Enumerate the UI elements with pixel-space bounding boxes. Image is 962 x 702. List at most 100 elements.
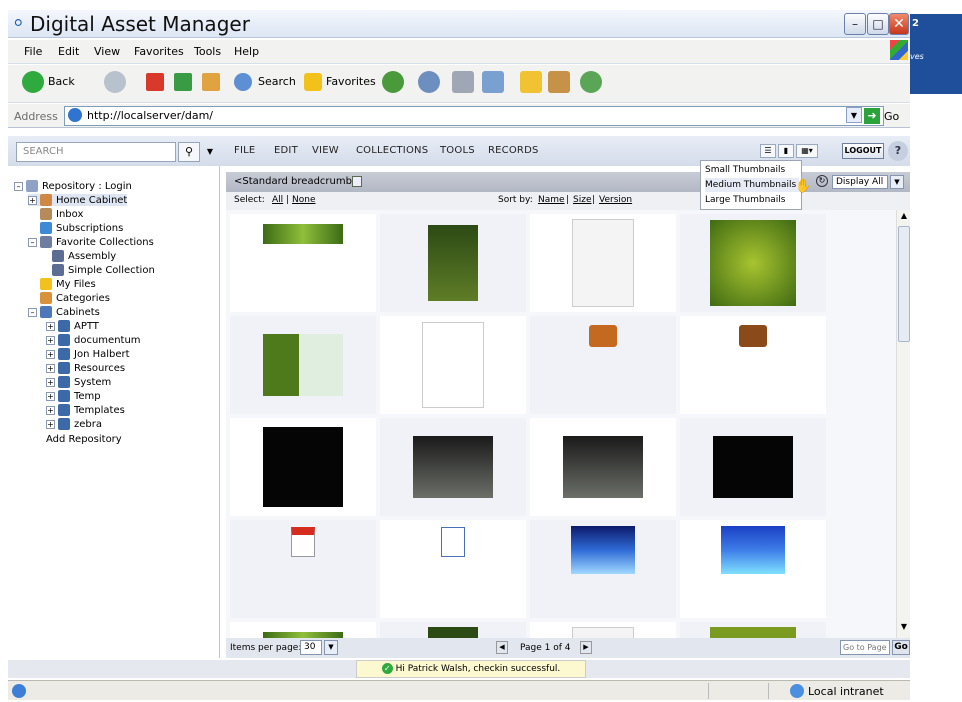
tree-item-simple-collection[interactable]: Simple Collection: [52, 264, 155, 276]
menu-view[interactable]: View: [94, 45, 120, 58]
maximize-button[interactable]: □: [867, 13, 889, 35]
thumbnail-cell[interactable]: [680, 316, 826, 414]
collapse-icon[interactable]: –: [28, 237, 37, 247]
sort-size-link[interactable]: Size: [573, 195, 591, 205]
thumbnail-cell[interactable]: [230, 214, 376, 312]
thumbnail-cell[interactable]: [230, 418, 376, 516]
golfer-thumbnail[interactable]: [428, 225, 478, 301]
home-icon[interactable]: [202, 73, 220, 91]
collapse-icon[interactable]: –: [14, 181, 23, 191]
scrollbar-thumb[interactable]: [898, 226, 910, 342]
goto-page-input[interactable]: Go to Page: [840, 640, 890, 655]
messenger-icon[interactable]: [580, 71, 602, 93]
blue-splash-thumbnail[interactable]: [721, 526, 785, 574]
video-frame-thumbnail[interactable]: [413, 436, 493, 498]
history-icon[interactable]: [382, 71, 404, 93]
newsletter-thumbnail[interactable]: [572, 627, 634, 638]
help-icon[interactable]: ?: [888, 141, 908, 161]
expand-icon[interactable]: +: [46, 321, 55, 331]
pdf-file-icon[interactable]: [291, 527, 315, 557]
expand-icon[interactable]: +: [46, 377, 55, 387]
items-per-page-select[interactable]: 30: [300, 640, 322, 655]
vertical-scrollbar[interactable]: ▲ ▼: [896, 210, 910, 638]
ubisoft-black-thumbnail[interactable]: [263, 427, 343, 507]
back-arrow-icon[interactable]: [22, 71, 44, 93]
dam-menu-file[interactable]: FILE: [234, 145, 255, 156]
thumbnail-cell[interactable]: [380, 622, 526, 638]
tree-item-subscriptions[interactable]: Subscriptions: [40, 222, 123, 234]
prev-page-icon[interactable]: ◀: [496, 641, 508, 654]
refresh-icon[interactable]: ↻: [816, 175, 828, 187]
video-reel-icon[interactable]: [739, 325, 767, 347]
tree-item-system[interactable]: + System: [46, 376, 111, 388]
menu-tools[interactable]: Tools: [194, 45, 221, 58]
search-input[interactable]: SEARCH: [16, 142, 176, 162]
tree-item-aptt[interactable]: + APTT: [46, 320, 99, 332]
thumbnail-cell[interactable]: [230, 622, 376, 638]
green-blur-thumbnail[interactable]: [710, 220, 796, 306]
add-repository-link[interactable]: Add Repository: [46, 434, 122, 445]
thumbnail-cell[interactable]: [530, 316, 676, 414]
thumbnail-cell[interactable]: [380, 520, 526, 618]
stop-icon[interactable]: [146, 73, 164, 91]
expand-icon[interactable]: +: [46, 391, 55, 401]
menu-small-thumbnails[interactable]: Small Thumbnails: [705, 163, 799, 177]
expand-icon[interactable]: +: [46, 349, 55, 359]
dam-menu-records[interactable]: RECORDS: [488, 145, 539, 156]
menu-edit[interactable]: Edit: [58, 45, 79, 58]
thumbnail-cell[interactable]: [380, 418, 526, 516]
folder-icon[interactable]: [520, 71, 542, 93]
favorites-star-icon[interactable]: [304, 73, 322, 91]
archive-icon[interactable]: [589, 325, 617, 347]
address-dropdown-icon[interactable]: ▼: [846, 107, 862, 123]
video-frame-thumbnail[interactable]: [563, 436, 643, 498]
thumbnail-cell[interactable]: [380, 214, 526, 312]
expand-icon[interactable]: +: [46, 335, 55, 345]
thumbnail-cell[interactable]: [530, 418, 676, 516]
chevron-down-icon[interactable]: ▼: [890, 175, 904, 189]
logout-button[interactable]: LOGOUT: [842, 143, 884, 159]
scroll-up-icon[interactable]: ▲: [898, 211, 910, 223]
tree-item-zebra[interactable]: + zebra: [46, 418, 102, 430]
scroll-down-icon[interactable]: ▼: [898, 622, 910, 634]
search-button[interactable]: Search: [258, 75, 296, 88]
ubisoft-black-thumbnail[interactable]: [713, 436, 793, 498]
sort-version-link[interactable]: Version: [599, 195, 632, 205]
search-icon[interactable]: ⚲: [178, 142, 200, 162]
golf-ball-thumbnail[interactable]: [263, 224, 343, 244]
tree-item-cabinets[interactable]: – Cabinets: [28, 306, 100, 318]
dam-menu-edit[interactable]: EDIT: [274, 145, 298, 156]
tree-item-resources[interactable]: + Resources: [46, 362, 125, 374]
thumbnail-cell[interactable]: [230, 316, 376, 414]
goto-page-button[interactable]: Go: [892, 640, 910, 655]
display-filter-select[interactable]: Display All: [832, 175, 888, 189]
detail-view-icon[interactable]: ▮: [778, 144, 794, 158]
thumbnail-cell[interactable]: [680, 622, 826, 638]
menu-medium-thumbnails[interactable]: Medium Thumbnails: [705, 178, 799, 192]
dam-menu-view[interactable]: VIEW: [312, 145, 339, 156]
chevron-down-icon[interactable]: ▼: [324, 640, 338, 655]
search-icon[interactable]: [234, 73, 252, 91]
menu-file[interactable]: File: [24, 45, 42, 58]
tree-item-templates[interactable]: + Templates: [46, 404, 125, 416]
tree-item-repository[interactable]: – Repository : Login: [14, 180, 132, 192]
thumbnail-view-icon[interactable]: ▦▾: [796, 144, 818, 158]
tree-item-assembly[interactable]: Assembly: [52, 250, 116, 262]
thumbnail-cell[interactable]: [530, 622, 676, 638]
collapse-icon[interactable]: –: [28, 307, 37, 317]
select-all-link[interactable]: All: [272, 195, 283, 205]
golfer-thumbnail[interactable]: [428, 627, 478, 638]
select-none-link[interactable]: None: [292, 195, 315, 205]
word-document-icon[interactable]: [441, 527, 465, 557]
forward-arrow-icon[interactable]: [104, 71, 126, 93]
next-page-icon[interactable]: ▶: [580, 641, 592, 654]
thumbnail-cell[interactable]: [230, 520, 376, 618]
print-icon[interactable]: [452, 71, 474, 93]
sort-name-link[interactable]: Name: [538, 195, 565, 205]
expand-icon[interactable]: +: [46, 363, 55, 373]
address-input[interactable]: http://localserver/dam/: [64, 106, 884, 126]
blue-wave-thumbnail[interactable]: [571, 526, 635, 574]
tree-item-temp[interactable]: + Temp: [46, 390, 101, 402]
thumbnail-cell[interactable]: [530, 520, 676, 618]
breadcrumb[interactable]: <Standard breadcrumb>: [234, 176, 360, 187]
